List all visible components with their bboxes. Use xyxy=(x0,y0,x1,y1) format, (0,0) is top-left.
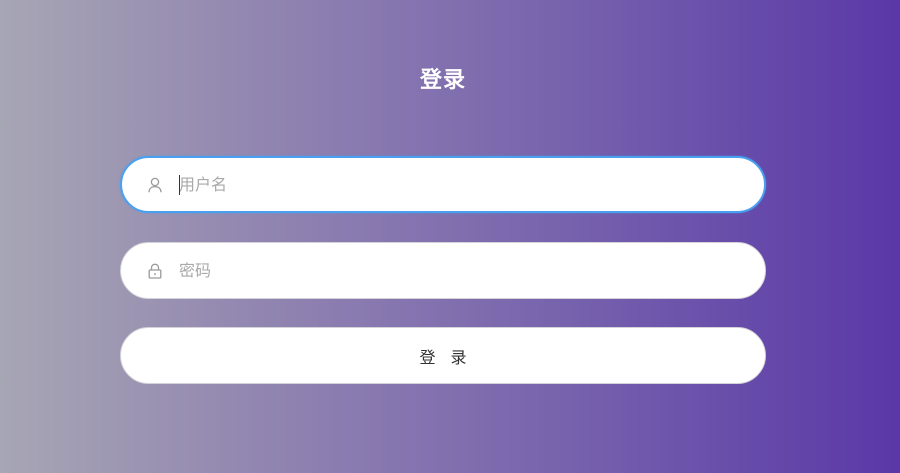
password-field-wrapper[interactable] xyxy=(120,242,766,299)
user-icon xyxy=(148,177,162,193)
password-input[interactable] xyxy=(179,255,739,286)
lock-icon xyxy=(148,263,162,279)
page-title: 登录 xyxy=(419,68,466,93)
username-field-wrapper[interactable] xyxy=(120,156,766,213)
username-input[interactable] xyxy=(179,169,739,200)
text-caret xyxy=(179,175,180,195)
login-button[interactable]: 登 录 xyxy=(120,327,766,384)
